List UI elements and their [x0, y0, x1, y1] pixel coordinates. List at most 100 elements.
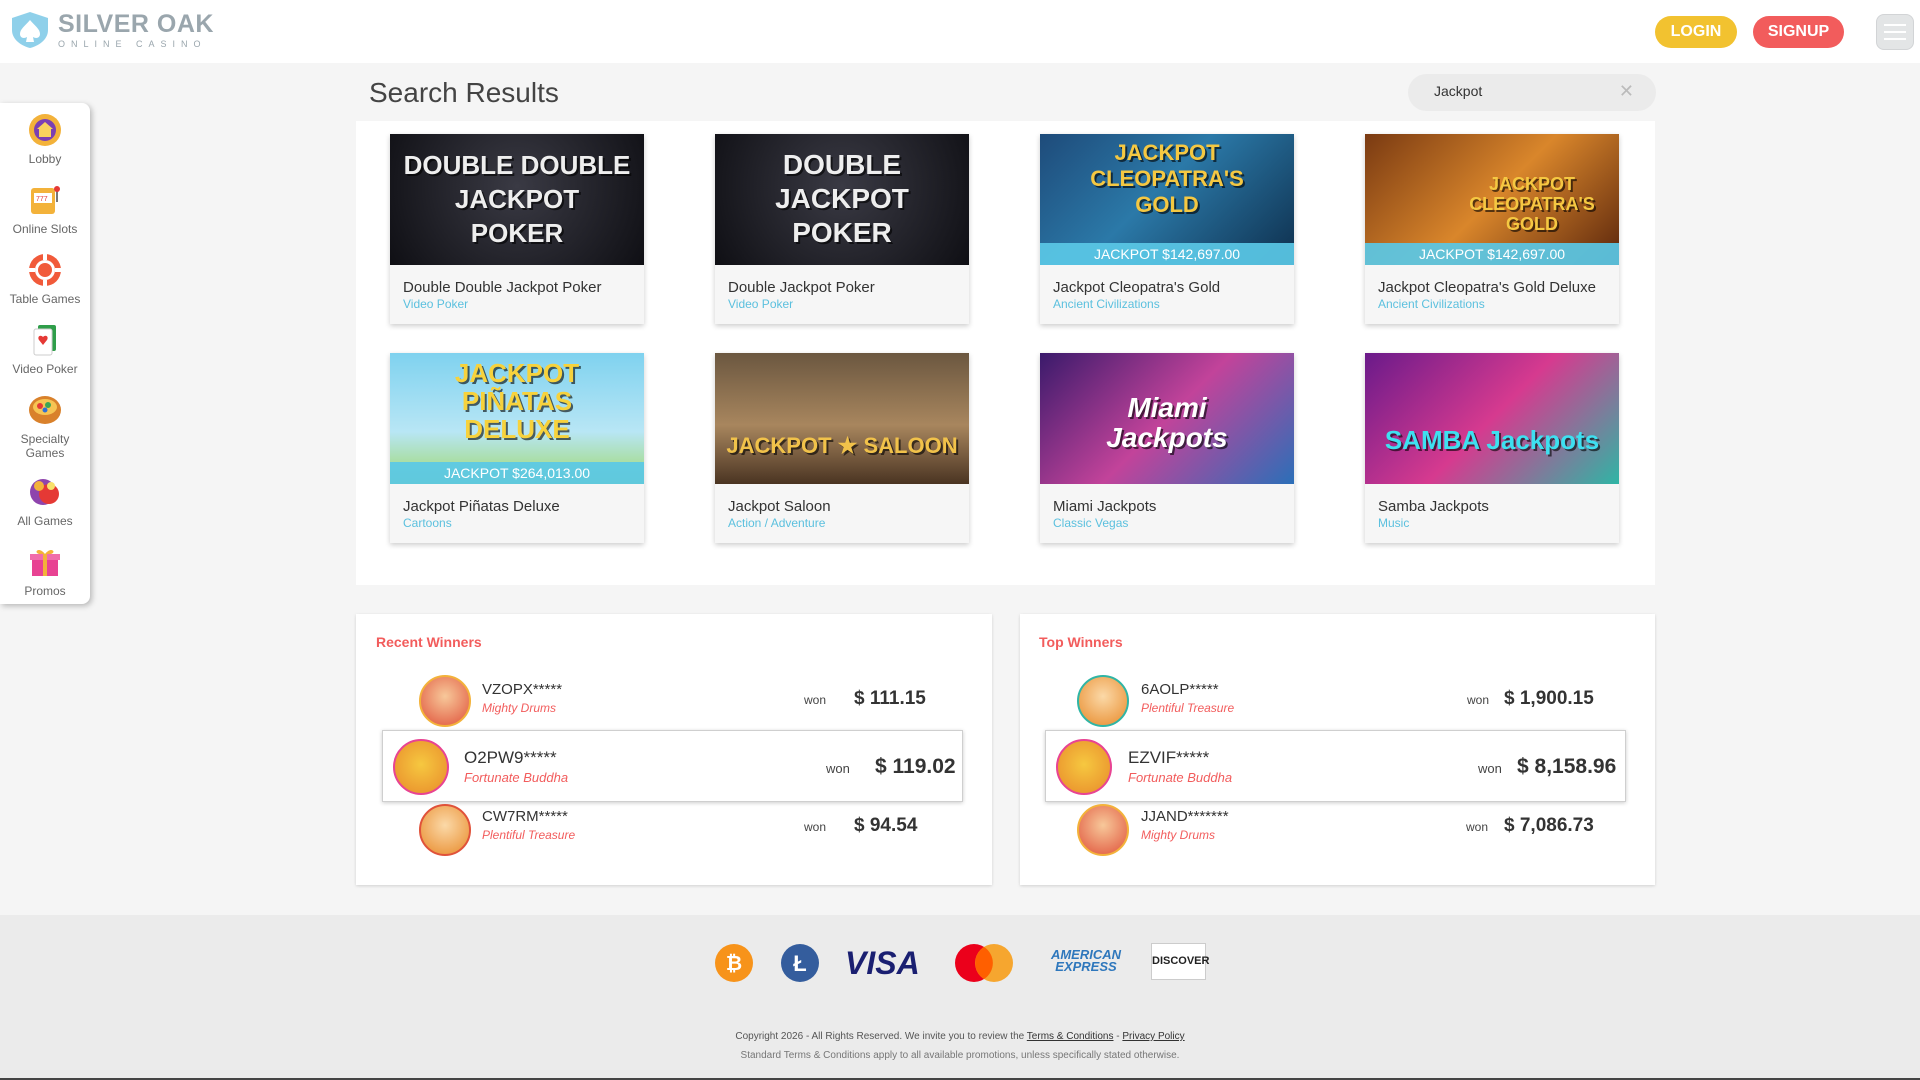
clear-search-icon[interactable]: ✕: [1619, 81, 1634, 102]
winner-avatar: [1056, 739, 1112, 795]
sidebar-item-video-poker[interactable]: Video Poker: [0, 322, 90, 376]
game-art-title: JACKPOT CLEOPATRA'S GOLD: [1469, 174, 1595, 234]
menu-line: [1884, 31, 1906, 33]
game-thumbnail[interactable]: JACKPOT CLEOPATRA'S GOLD JACKPOT $142,69…: [1040, 134, 1294, 265]
top-winners-title: Top Winners: [1039, 634, 1123, 650]
game-name: Jackpot Cleopatra's Gold Deluxe: [1378, 279, 1596, 296]
game-card[interactable]: JACKPOT CLEOPATRA'S GOLD JACKPOT $142,69…: [1365, 134, 1619, 324]
winner-name: CW7RM*****: [482, 808, 568, 825]
page-title: Search Results: [369, 77, 559, 108]
sidebar-item-lobby[interactable]: Lobby: [0, 112, 90, 166]
game-name: Double Double Jackpot Poker: [403, 279, 602, 296]
sidebar-item-label: All Games: [17, 514, 73, 528]
winner-game: Plentiful Treasure: [482, 828, 576, 842]
game-card[interactable]: JACKPOT PIÑATAS DELUXE JACKPOT $264,013.…: [390, 353, 644, 543]
game-art-title: Miami Jackpots: [1106, 392, 1228, 453]
game-category: Classic Vegas: [1053, 516, 1129, 530]
game-name: Samba Jackpots: [1378, 498, 1489, 515]
winner-avatar: [419, 675, 471, 727]
brand-subtitle: ONLINE CASINO: [58, 38, 207, 49]
winner-row[interactable]: JJAND******* Mighty Drums won $ 7,086.73: [1049, 802, 1609, 862]
winner-name: VZOPX*****: [482, 681, 563, 698]
win-amount: $ 8,158.96: [1517, 755, 1617, 778]
visa-logo: VISA: [845, 945, 920, 981]
sidebar-item-promos[interactable]: Promos: [0, 544, 90, 598]
playing-card-icon: [33, 325, 56, 356]
won-label: won: [804, 820, 827, 834]
menu-line: [1884, 38, 1906, 40]
winner-row-highlighted[interactable]: EZVIF***** Fortunate Buddha won $ 8,158.…: [1045, 730, 1626, 802]
game-thumbnail[interactable]: SAMBA Jackpots: [1365, 353, 1619, 484]
winner-row[interactable]: 6AOLP***** Plentiful Treasure won $ 1,90…: [1049, 671, 1609, 731]
search-input[interactable]: [1434, 83, 1614, 99]
gift-icon: [30, 549, 60, 576]
won-label: won: [1478, 761, 1502, 776]
winner-row[interactable]: CW7RM***** Plentiful Treasure won $ 94.5…: [386, 802, 946, 862]
game-card[interactable]: DOUBLE DOUBLE JACKPOT POKER Double Doubl…: [390, 134, 644, 324]
svg-text:Ł: Ł: [793, 951, 806, 976]
game-name: Double Jackpot Poker: [728, 279, 875, 296]
winner-name: 6AOLP*****: [1141, 681, 1219, 698]
winner-row[interactable]: VZOPX***** Mighty Drums won $ 111.15: [386, 671, 946, 731]
spade-shield-icon: [12, 12, 48, 48]
hamburger-menu-button[interactable]: [1876, 14, 1914, 50]
game-category: Ancient Civilizations: [1378, 297, 1485, 311]
privacy-policy-link[interactable]: Privacy Policy: [1122, 1031, 1184, 1042]
sidebar-item-label: Table Games: [9, 292, 81, 306]
all-games-icon: [30, 479, 59, 505]
search-results-panel: DOUBLE DOUBLE JACKPOT POKER Double Doubl…: [356, 121, 1655, 585]
game-thumbnail[interactable]: JACKPOT CLEOPATRA'S GOLD JACKPOT $142,69…: [1365, 134, 1619, 265]
bitcoin-icon: ₿: [715, 944, 753, 982]
won-label: won: [1466, 820, 1489, 834]
signup-button[interactable]: SIGNUP: [1753, 16, 1844, 48]
game-category: Action / Adventure: [728, 516, 826, 530]
winner-game: Plentiful Treasure: [1141, 701, 1235, 715]
site-header: SILVER OAK ONLINE CASINO LOGIN SIGNUP: [0, 0, 1920, 63]
winner-avatar: [1077, 675, 1129, 727]
won-label: won: [826, 761, 850, 776]
won-label: won: [1467, 693, 1490, 707]
login-button[interactable]: LOGIN: [1655, 16, 1737, 48]
game-thumbnail[interactable]: JACKPOT PIÑATAS DELUXE JACKPOT $264,013.…: [390, 353, 644, 484]
menu-line: [1884, 24, 1906, 26]
winner-avatar: [419, 804, 471, 856]
sidebar-item-table-games[interactable]: Table Games: [0, 252, 90, 306]
site-logo[interactable]: SILVER OAK ONLINE CASINO: [8, 10, 214, 50]
winner-row-highlighted[interactable]: O2PW9***** Fortunate Buddha won $ 119.02: [382, 730, 963, 802]
game-card[interactable]: SAMBA Jackpots Samba Jackpots Music: [1365, 353, 1619, 543]
category-sidebar: Lobby 777 Online Slots Table Games Video…: [0, 103, 90, 604]
game-card[interactable]: JACKPOT CLEOPATRA'S GOLD JACKPOT $142,69…: [1040, 134, 1294, 324]
sidebar-item-label: Online Slots: [12, 222, 78, 236]
game-name: Jackpot Cleopatra's Gold: [1053, 279, 1221, 296]
winner-game: Mighty Drums: [1141, 828, 1216, 842]
terms-link[interactable]: Terms & Conditions: [1027, 1031, 1114, 1042]
game-thumbnail[interactable]: DOUBLE JACKPOT POKER: [715, 134, 969, 265]
winner-name: JJAND*******: [1141, 808, 1229, 825]
jackpot-amount-bar: JACKPOT $264,013.00: [390, 462, 644, 484]
slot-machine-icon: 777: [31, 186, 60, 214]
winner-avatar: [1077, 804, 1129, 856]
game-card[interactable]: DOUBLE JACKPOT POKER Double Jackpot Poke…: [715, 134, 969, 324]
winner-name: EZVIF*****: [1128, 748, 1210, 767]
amex-logo: AMERICAN EXPRESS: [1050, 947, 1122, 974]
game-art-title: DOUBLE JACKPOT POKER: [775, 149, 909, 248]
search-box: ✕: [1408, 74, 1656, 111]
litecoin-icon: Ł: [781, 944, 819, 982]
sidebar-item-specialty-games[interactable]: Specialty Games: [0, 392, 90, 460]
brand-title: SILVER OAK: [58, 9, 214, 38]
recent-winners-panel: Recent Winners VZOPX***** Mighty Drums w…: [356, 614, 992, 885]
game-card[interactable]: Miami Jackpots Miami Jackpots Classic Ve…: [1040, 353, 1294, 543]
game-card[interactable]: JACKPOT ★ SALOON Jackpot Saloon Action /…: [715, 353, 969, 543]
jackpot-amount-bar: JACKPOT $142,697.00: [1365, 243, 1619, 265]
sidebar-item-online-slots[interactable]: 777 Online Slots: [0, 182, 90, 236]
sidebar-item-label: Promos: [24, 584, 66, 598]
game-thumbnail[interactable]: DOUBLE DOUBLE JACKPOT POKER: [390, 134, 644, 265]
game-art-title: JACKPOT PIÑATAS DELUXE: [454, 358, 580, 444]
terms-disclaimer: Standard Terms & Conditions apply to all…: [740, 1050, 1180, 1061]
sidebar-item-all-games[interactable]: All Games: [0, 474, 90, 528]
game-thumbnail[interactable]: JACKPOT ★ SALOON: [715, 353, 969, 484]
copyright-text: Copyright 2026 - All Rights Reserved. We…: [0, 1031, 1920, 1042]
game-thumbnail[interactable]: Miami Jackpots: [1040, 353, 1294, 484]
svg-text:₿: ₿: [726, 953, 742, 975]
game-category: Music: [1378, 516, 1410, 530]
